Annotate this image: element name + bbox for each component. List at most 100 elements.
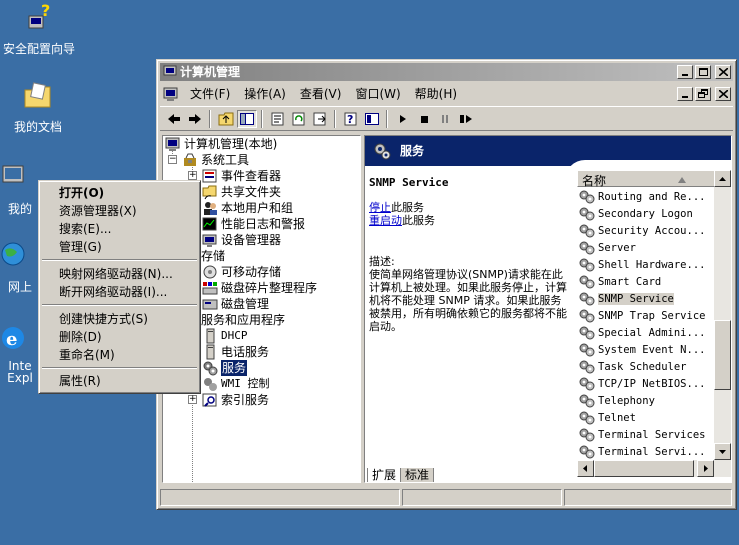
- menu-item-open[interactable]: 打开(O): [42, 185, 197, 202]
- tree-node-defrag[interactable]: 磁盘碎片整理程序: [202, 280, 317, 296]
- scroll-right-button[interactable]: [697, 460, 714, 477]
- menu-file[interactable]: 文件(F): [183, 85, 237, 103]
- tree-node-services[interactable]: 服务: [202, 360, 248, 376]
- child-close-button[interactable]: [715, 87, 731, 101]
- tree-node-telephony[interactable]: 电话服务: [202, 344, 269, 360]
- computer-icon: [2, 165, 24, 183]
- desktop-icon-label: 我的文档: [13, 120, 62, 134]
- menu-action[interactable]: 操作(A): [237, 85, 293, 103]
- collapse-system-tools[interactable]: −: [168, 155, 177, 164]
- menu-item-search[interactable]: 搜索(E)...: [42, 221, 197, 238]
- tree-node-device-manager[interactable]: 设备管理器: [202, 232, 281, 248]
- back-button[interactable]: [164, 110, 184, 128]
- service-row[interactable]: Security Accou...: [579, 222, 712, 239]
- export-list-button[interactable]: [310, 110, 330, 128]
- title-bar[interactable]: 计算机管理: [160, 63, 733, 81]
- view-details-button[interactable]: [362, 110, 382, 128]
- menu-item-manage[interactable]: 管理(G): [42, 239, 197, 256]
- service-name: Terminal Services: [598, 428, 706, 441]
- tree-node-system-tools[interactable]: 系统工具: [182, 152, 249, 168]
- service-row[interactable]: Routing and Re...: [579, 188, 712, 205]
- service-row[interactable]: SNMP Trap Service: [579, 307, 712, 324]
- child-restore-button[interactable]: [695, 87, 711, 101]
- service-row[interactable]: Telnet: [579, 409, 712, 426]
- minimize-icon: [682, 74, 688, 76]
- service-row[interactable]: TCP/IP NetBIOS...: [579, 375, 712, 392]
- restart-service-button[interactable]: [456, 110, 476, 128]
- scroll-thumb[interactable]: [714, 320, 731, 390]
- maximize-button[interactable]: [695, 65, 711, 79]
- stop-service-link[interactable]: 停止: [369, 201, 391, 214]
- service-gear-icon: [579, 309, 595, 322]
- stop-service-button[interactable]: [414, 110, 434, 128]
- menu-item-explorer[interactable]: 资源管理器(X): [42, 203, 197, 220]
- expand-index-service[interactable]: +: [188, 395, 197, 404]
- forward-button[interactable]: [185, 110, 205, 128]
- tree-node-local-users[interactable]: 本地用户和组: [202, 200, 293, 216]
- device-manager-icon: [202, 234, 217, 247]
- tab-extended[interactable]: 扩展: [367, 468, 402, 482]
- tree-node-dhcp[interactable]: DHCP: [202, 328, 248, 344]
- svg-text:e: e: [6, 329, 17, 350]
- service-row[interactable]: System Event N...: [579, 341, 712, 358]
- properties-button[interactable]: [268, 110, 288, 128]
- child-minimize-button[interactable]: [677, 87, 693, 101]
- up-one-level-button[interactable]: [216, 110, 236, 128]
- service-row[interactable]: Terminal Servi...: [579, 443, 712, 460]
- service-gear-icon: [579, 445, 595, 458]
- service-row[interactable]: Special Admini...: [579, 324, 712, 341]
- pane-header-title: 服务: [400, 144, 425, 158]
- show-hide-tree-button[interactable]: [237, 110, 257, 128]
- tree-node-root[interactable]: 计算机管理(本地): [165, 136, 277, 152]
- pause-service-button[interactable]: [435, 110, 455, 128]
- menu-item-rename[interactable]: 重命名(M): [42, 347, 197, 364]
- services-vertical-scrollbar[interactable]: [714, 170, 731, 460]
- close-button[interactable]: [715, 65, 731, 79]
- status-cell-2: [402, 489, 562, 506]
- desktop-icon-security-wizard[interactable]: ? 安全配置向导: [0, 1, 84, 57]
- service-description-panel: SNMP Service 停止此服务 重启动此服务 描述: 使简单网络管理协议(…: [369, 176, 569, 333]
- desktop-icon-my-documents[interactable]: 我的文档: [0, 80, 83, 135]
- menu-window[interactable]: 窗口(W): [348, 85, 407, 103]
- scroll-up-button[interactable]: [714, 170, 731, 187]
- start-service-button[interactable]: [393, 110, 413, 128]
- menu-item-properties[interactable]: 属性(R): [42, 373, 197, 390]
- service-gear-icon: [579, 360, 595, 373]
- tree-node-wmi[interactable]: WMI 控制: [202, 376, 270, 392]
- service-row[interactable]: SNMP Service: [579, 290, 712, 307]
- column-header-name[interactable]: 名称: [577, 170, 731, 188]
- help-button[interactable]: ?: [341, 110, 361, 128]
- service-row[interactable]: Telephony: [579, 392, 712, 409]
- details-pane: 服务 SNMP Service 停止此服务 重启动此服务 描述: 使简单网络管理…: [364, 135, 732, 483]
- refresh-button[interactable]: [289, 110, 309, 128]
- tab-standard[interactable]: 标准: [400, 468, 435, 482]
- service-row[interactable]: Smart Card: [579, 273, 712, 290]
- restart-service-link[interactable]: 重启动: [369, 214, 402, 227]
- service-gear-icon: [579, 241, 595, 254]
- tree-node-perf-logs[interactable]: 性能日志和警报: [202, 216, 305, 232]
- tree-node-index-service[interactable]: 索引服务: [202, 392, 269, 408]
- scroll-left-button[interactable]: [577, 460, 594, 477]
- service-row[interactable]: Secondary Logon: [579, 205, 712, 222]
- tree-node-shared-folders[interactable]: 共享文件夹: [202, 184, 281, 200]
- service-row[interactable]: Terminal Services: [579, 426, 712, 443]
- menu-item-map-drive[interactable]: 映射网络驱动器(N)...: [42, 266, 197, 283]
- menu-item-delete[interactable]: 删除(D): [42, 329, 197, 346]
- tree-node-disk-management[interactable]: 磁盘管理: [202, 296, 269, 312]
- service-row[interactable]: Task Scheduler: [579, 358, 712, 375]
- horizontal-scroll-thumb[interactable]: [594, 460, 694, 477]
- menu-view[interactable]: 查看(V): [293, 85, 349, 103]
- service-row[interactable]: Server: [579, 239, 712, 256]
- menu-item-disconnect-drive[interactable]: 断开网络驱动器(I)...: [42, 284, 197, 301]
- service-name: Special Admini...: [598, 326, 706, 339]
- tree-node-removable-storage[interactable]: 可移动存储: [202, 264, 281, 280]
- service-row[interactable]: Shell Hardware...: [579, 256, 712, 273]
- menu-item-create-shortcut[interactable]: 创建快捷方式(S): [42, 311, 197, 328]
- menu-separator: [42, 259, 197, 261]
- minimize-button[interactable]: [677, 65, 693, 79]
- tree-node-event-viewer[interactable]: 事件查看器: [202, 168, 281, 184]
- menu-help[interactable]: 帮助(H): [408, 85, 464, 103]
- scroll-down-button[interactable]: [714, 443, 731, 460]
- services-horizontal-scrollbar[interactable]: [577, 460, 731, 477]
- expand-event-viewer[interactable]: +: [188, 171, 197, 180]
